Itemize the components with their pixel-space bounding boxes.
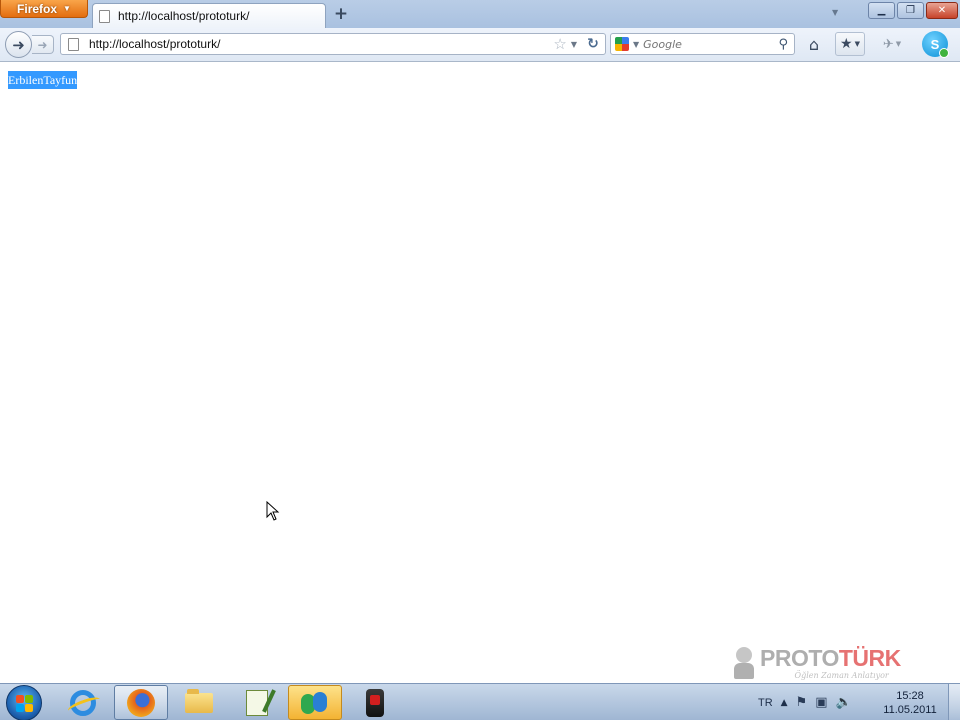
- taskbar-app-windows-live-messenger[interactable]: [288, 685, 342, 720]
- bookmarks-icon: ★: [840, 36, 853, 52]
- address-input[interactable]: http://localhost/prototurk/: [89, 37, 553, 51]
- home-button[interactable]: ⌂: [801, 32, 827, 56]
- minimize-button[interactable]: ▁: [868, 2, 895, 19]
- back-button[interactable]: ➜: [5, 31, 32, 58]
- show-desktop-button[interactable]: [948, 684, 960, 720]
- search-bar[interactable]: ▼ ⚲: [610, 33, 795, 55]
- firefox-menu-button[interactable]: Firefox ▼: [0, 0, 88, 18]
- taskbar-app-firefox[interactable]: [114, 685, 168, 720]
- taskbar-app-notepad-plus-plus[interactable]: [230, 685, 284, 720]
- mouse-pointer-icon: [266, 501, 280, 521]
- reload-icon[interactable]: ↻: [585, 36, 601, 52]
- minimize-icon: ▁: [877, 5, 886, 16]
- new-tab-button[interactable]: +: [330, 4, 352, 24]
- windows-logo-icon: [15, 694, 24, 703]
- addon-button[interactable]: ✈ ▼: [872, 32, 912, 56]
- close-icon: ✕: [937, 5, 947, 16]
- volume-icon[interactable]: 🔈: [836, 695, 852, 710]
- google-icon[interactable]: [615, 37, 629, 51]
- folder-icon: [185, 688, 213, 713]
- close-button[interactable]: ✕: [926, 2, 958, 19]
- tab-list-chevron-icon[interactable]: ▼: [832, 8, 838, 17]
- forward-button[interactable]: ➜: [32, 35, 54, 54]
- brand-part-2: TÜRK: [838, 645, 901, 671]
- taskbar-app-internet-explorer[interactable]: [56, 685, 110, 720]
- windows-taskbar: TR ▲ ⚑ ▣ 🔈 15:28 11.05.2011: [0, 683, 960, 720]
- chevron-down-icon: ▼: [854, 40, 860, 48]
- page-content: ErbilenTayfun PROTOTÜRK Öğlen Zaman Anla…: [0, 63, 960, 683]
- skype-button[interactable]: S: [922, 31, 949, 58]
- restore-button[interactable]: ❐: [897, 2, 924, 19]
- prototurk-watermark: PROTOTÜRK Öğlen Zaman Anlatıyor: [732, 645, 912, 685]
- chevron-down-icon: ▼: [63, 4, 71, 13]
- browser-titlebar: Firefox ▼ http://localhost/prototurk/ + …: [0, 0, 960, 28]
- address-bar[interactable]: http://localhost/prototurk/ ☆ ▼ ↻: [60, 33, 606, 55]
- firefox-icon: [127, 688, 155, 717]
- search-engine-dropdown-icon[interactable]: ▼: [633, 40, 639, 49]
- recorder-icon: [366, 688, 384, 717]
- taskbar-app-camtasia-recorder[interactable]: [348, 685, 402, 720]
- arrow-right-icon: ➜: [37, 37, 48, 52]
- clock-time: 15:28: [896, 690, 924, 702]
- notepad-icon: [246, 689, 268, 716]
- page-icon: [99, 9, 110, 23]
- tab-title: http://localhost/prototurk/: [118, 9, 250, 23]
- network-icon[interactable]: ▣: [815, 695, 827, 710]
- mascot-icon: [732, 645, 756, 681]
- action-center-icon[interactable]: ⚑: [796, 695, 808, 710]
- home-icon: ⌂: [808, 34, 820, 54]
- taskbar-app-windows-explorer[interactable]: [172, 685, 226, 720]
- clock-date: 11.05.2011: [883, 704, 937, 716]
- history-dropdown-icon[interactable]: ▼: [571, 40, 577, 49]
- watermark-brand: PROTOTÜRK: [760, 645, 901, 671]
- selected-text-value: ErbilenTayfun: [8, 73, 78, 87]
- messenger-icon: [301, 690, 329, 716]
- online-status-icon: [939, 48, 949, 58]
- ie-icon: [70, 689, 96, 716]
- selected-text[interactable]: ErbilenTayfun: [8, 71, 78, 89]
- search-input[interactable]: [643, 37, 779, 51]
- restore-icon: ❐: [906, 5, 915, 16]
- taskbar-clock[interactable]: 15:28 11.05.2011: [876, 687, 944, 719]
- firefox-menu-label: Firefox: [17, 1, 58, 16]
- page-icon: [68, 37, 79, 51]
- bookmarks-button[interactable]: ★ ▼: [835, 32, 865, 56]
- brand-part-1: PROTO: [760, 645, 839, 671]
- system-tray: TR ▲ ⚑ ▣ 🔈: [752, 684, 872, 720]
- skype-icon: S: [930, 36, 940, 52]
- navigation-toolbar: ➜ ➜ http://localhost/prototurk/ ☆ ▼ ↻ ▼ …: [0, 28, 960, 62]
- show-hidden-icons-icon[interactable]: ▲: [781, 698, 788, 708]
- watermark-slogan: Öğlen Zaman Anlatıyor: [794, 671, 889, 680]
- chevron-down-icon: ▼: [895, 40, 902, 48]
- start-button[interactable]: [6, 685, 42, 720]
- bookmark-star-icon[interactable]: ☆: [553, 35, 566, 53]
- arrow-left-icon: ➜: [12, 35, 25, 54]
- language-indicator[interactable]: TR: [758, 697, 773, 709]
- puzzle-icon: ✈: [882, 36, 894, 52]
- browser-tab-active[interactable]: http://localhost/prototurk/: [92, 3, 326, 28]
- search-icon[interactable]: ⚲: [778, 37, 788, 52]
